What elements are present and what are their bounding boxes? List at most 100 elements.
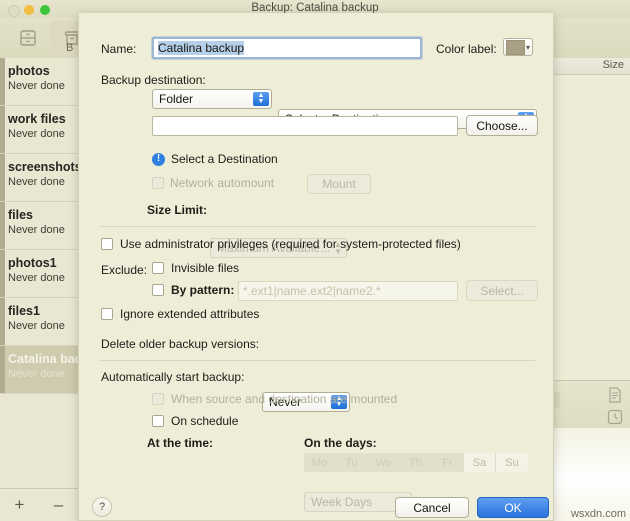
ignore-xattr-checkbox[interactable] (101, 308, 113, 320)
network-automount-checkbox[interactable] (152, 177, 164, 189)
invisible-files-label: Invisible files (171, 261, 240, 275)
when-mounted-row[interactable]: When source and destination are mounted (152, 392, 397, 406)
toolbar-drawer-button[interactable] (6, 21, 50, 55)
on-schedule-label: On schedule (171, 414, 239, 428)
sidebar-item-accent (0, 250, 5, 297)
destination-warning: ! Select a Destination (152, 152, 278, 166)
mount-button[interactable]: Mount (307, 174, 371, 194)
info-icon: ! (152, 152, 165, 166)
destination-type-value: Folder (159, 92, 194, 106)
at-the-time-label: At the time: (147, 436, 213, 450)
invisible-files-row[interactable]: Invisible files (152, 261, 239, 275)
on-the-days-label: On the days: (304, 436, 377, 450)
backup-settings-sheet: Name: Catalina backup Color label: ▾ Bac… (78, 13, 554, 521)
help-button[interactable]: ? (92, 497, 112, 517)
sidebar-item[interactable]: Catalina backup Never done (0, 346, 78, 394)
drawer-icon (20, 30, 36, 46)
chevron-updown-icon: ▲▼ (253, 92, 269, 106)
backup-destination-label: Backup destination: (101, 73, 206, 87)
ignore-xattr-label: Ignore extended attributes (120, 307, 260, 321)
ignore-xattr-row[interactable]: Ignore extended attributes (101, 307, 259, 321)
sidebar-item-status: Never done (8, 320, 65, 332)
destination-warning-text: Select a Destination (171, 152, 278, 166)
auto-start-label: Automatically start backup: (101, 370, 245, 384)
sidebar-item-status: Never done (8, 176, 65, 188)
sidebar-item-accent (0, 202, 5, 249)
document-icon[interactable] (606, 386, 624, 404)
name-label: Name: (101, 42, 137, 56)
sidebar-item[interactable]: photos Never done (0, 58, 78, 106)
color-chip (506, 39, 525, 55)
sidebar-item-status: Never done (8, 368, 65, 380)
sidebar-item-name: photos (8, 64, 50, 78)
size-limit-label: Size Limit: (147, 203, 208, 217)
weekday-selector[interactable]: Mo Tu We Th Fr Sa Su (304, 453, 528, 472)
sidebar-item[interactable]: photos1 Never done (0, 250, 78, 298)
weekday-fr[interactable]: Fr (432, 453, 464, 472)
sidebar-item-accent (0, 106, 5, 153)
sidebar-item-name: photos1 (8, 256, 57, 270)
clock-icon[interactable] (606, 408, 624, 426)
sidebar-item-status: Never done (8, 272, 65, 284)
cancel-button[interactable]: Cancel (395, 497, 469, 518)
sidebar-item[interactable]: files1 Never done (0, 298, 78, 346)
admin-privileges-row[interactable]: Use administrator privileges (required f… (101, 237, 461, 251)
when-mounted-label: When source and destination are mounted (171, 392, 398, 406)
column-header-size[interactable]: Size (603, 59, 624, 71)
sidebar-item-name: screenshots (8, 160, 78, 174)
destination-path-input[interactable] (152, 116, 458, 136)
admin-privileges-label: Use administrator privileges (required f… (120, 237, 461, 251)
destination-type-popup[interactable]: Folder ▲ ▼ (152, 89, 272, 109)
name-input[interactable]: Catalina backup (152, 37, 422, 59)
network-automount-label: Network automount (170, 176, 275, 190)
ok-button[interactable]: OK (477, 497, 549, 518)
sidebar-footer: + – (0, 488, 78, 521)
when-mounted-checkbox[interactable] (152, 393, 164, 405)
sidebar-item-status: Never done (8, 128, 65, 140)
weekday-sa[interactable]: Sa (464, 453, 496, 472)
sidebar-item-accent (0, 58, 5, 105)
exclude-label: Exclude: (101, 263, 148, 277)
weekday-tu[interactable]: Tu (336, 453, 368, 472)
sidebar-list[interactable]: photos Never done work files Never done scre… (0, 58, 78, 485)
sidebar-item-status: Never done (8, 80, 65, 92)
weekday-we[interactable]: We (368, 453, 400, 472)
remove-backup-button[interactable]: – (39, 495, 78, 515)
background-side-icons (606, 386, 624, 430)
sidebar-item-name: work files (8, 112, 66, 126)
invisible-files-checkbox[interactable] (152, 262, 164, 274)
frequency-value: Week Days (311, 495, 373, 509)
separator-1 (99, 226, 535, 227)
sidebar-item-status: Never done (8, 224, 65, 236)
network-automount-row[interactable]: Network automount (152, 176, 274, 190)
on-schedule-row[interactable]: On schedule (152, 414, 238, 428)
watermark: wsxdn.com (570, 508, 626, 520)
weekday-th[interactable]: Th (400, 453, 432, 472)
chevron-down-icon: ▾ (525, 42, 530, 52)
color-label-label: Color label: (436, 42, 497, 56)
sidebar-item[interactable]: screenshots Never done (0, 154, 78, 202)
pattern-input[interactable]: *.ext1|name.ext2|name2.* (238, 281, 458, 301)
sidebar-item[interactable]: files Never done (0, 202, 78, 250)
sidebar: photos Never done work files Never done scre… (0, 58, 79, 521)
sidebar-item-accent (0, 346, 5, 393)
on-schedule-checkbox[interactable] (152, 415, 164, 427)
pattern-placeholder: *.ext1|name.ext2|name2.* (243, 284, 381, 298)
sidebar-item-accent (0, 298, 5, 345)
color-label-swatch[interactable]: ▾ (503, 38, 533, 56)
sidebar-item-name: Catalina backup (8, 352, 78, 366)
choose-destination-button[interactable]: Choose... (466, 115, 538, 136)
add-backup-button[interactable]: + (0, 495, 39, 515)
sidebar-item-accent (0, 154, 5, 201)
delete-older-label: Delete older backup versions: (101, 337, 260, 351)
select-pattern-button[interactable]: Select... (466, 280, 538, 301)
sidebar-item[interactable]: work files Never done (0, 106, 78, 154)
name-input-value: Catalina backup (158, 41, 245, 55)
weekday-mo[interactable]: Mo (304, 453, 336, 472)
by-pattern-checkbox[interactable] (152, 284, 164, 296)
weekday-su[interactable]: Su (496, 453, 528, 472)
by-pattern-row[interactable]: By pattern: (152, 283, 234, 297)
by-pattern-label: By pattern: (171, 283, 235, 297)
separator-2 (99, 360, 535, 361)
admin-privileges-checkbox[interactable] (101, 238, 113, 250)
